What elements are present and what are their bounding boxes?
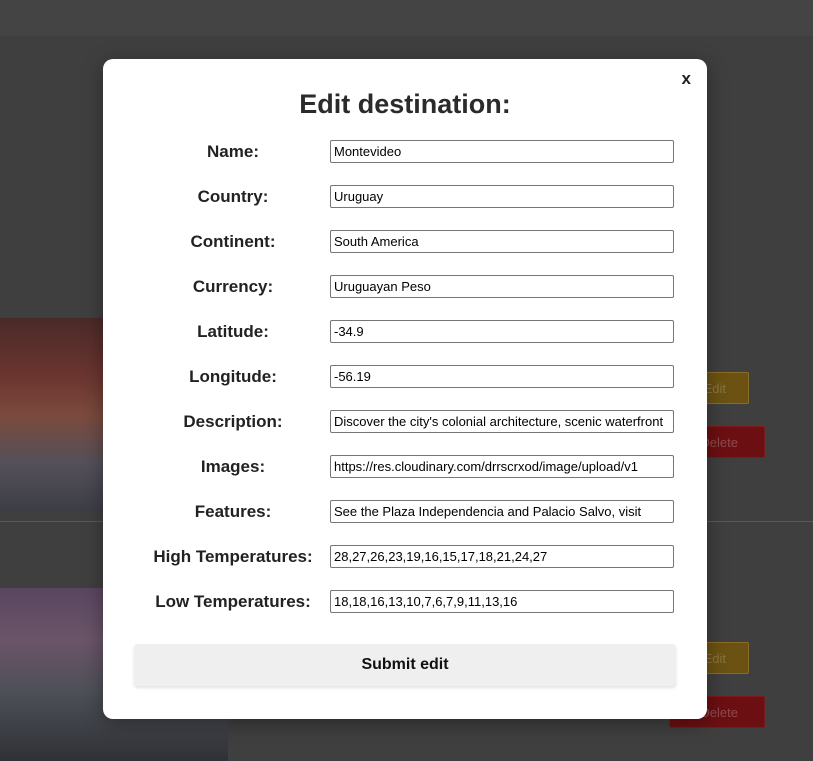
features-input[interactable]: [330, 500, 674, 523]
submit-edit-button[interactable]: Submit edit: [134, 644, 676, 686]
form-row-images: Images:: [103, 455, 707, 479]
form-row-continent: Continent:: [103, 230, 707, 254]
longitude-input[interactable]: [330, 365, 674, 388]
name-input[interactable]: [330, 140, 674, 163]
form-row-features: Features:: [103, 500, 707, 524]
form-row-name: Name:: [103, 140, 707, 164]
close-button[interactable]: x: [682, 69, 691, 89]
form-row-currency: Currency:: [103, 275, 707, 299]
high-temperatures-input[interactable]: [330, 545, 674, 568]
form-row-longitude: Longitude:: [103, 365, 707, 389]
continent-input[interactable]: [330, 230, 674, 253]
currency-label: Currency:: [192, 277, 274, 296]
form-row-high-temperatures: High Temperatures:: [103, 545, 707, 569]
name-label: Name:: [207, 142, 259, 161]
form-row-latitude: Latitude:: [103, 320, 707, 344]
form-row-low-temperatures: Low Temperatures:: [103, 590, 707, 614]
images-label: Images:: [200, 457, 266, 476]
description-input[interactable]: [330, 410, 674, 433]
form-row-description: Description:: [103, 410, 707, 434]
edit-destination-modal: x Edit destination: Name: Country: Conti…: [103, 59, 707, 719]
images-input[interactable]: [330, 455, 674, 478]
modal-title: Edit destination:: [299, 89, 511, 119]
continent-label: Continent:: [190, 232, 276, 251]
form-row-country: Country:: [103, 185, 707, 209]
low-temperatures-input[interactable]: [330, 590, 674, 613]
description-label: Description:: [183, 412, 283, 431]
destination-image-1: [0, 318, 105, 512]
country-input[interactable]: [330, 185, 674, 208]
currency-input[interactable]: [330, 275, 674, 298]
low-temperatures-label: Low Temperatures:: [155, 592, 311, 611]
latitude-label: Latitude:: [197, 322, 269, 341]
longitude-label: Longitude:: [189, 367, 277, 386]
high-temperatures-label: High Temperatures:: [153, 547, 313, 566]
country-label: Country:: [197, 187, 269, 206]
latitude-input[interactable]: [330, 320, 674, 343]
top-bar: [0, 0, 813, 36]
features-label: Features:: [194, 502, 272, 521]
